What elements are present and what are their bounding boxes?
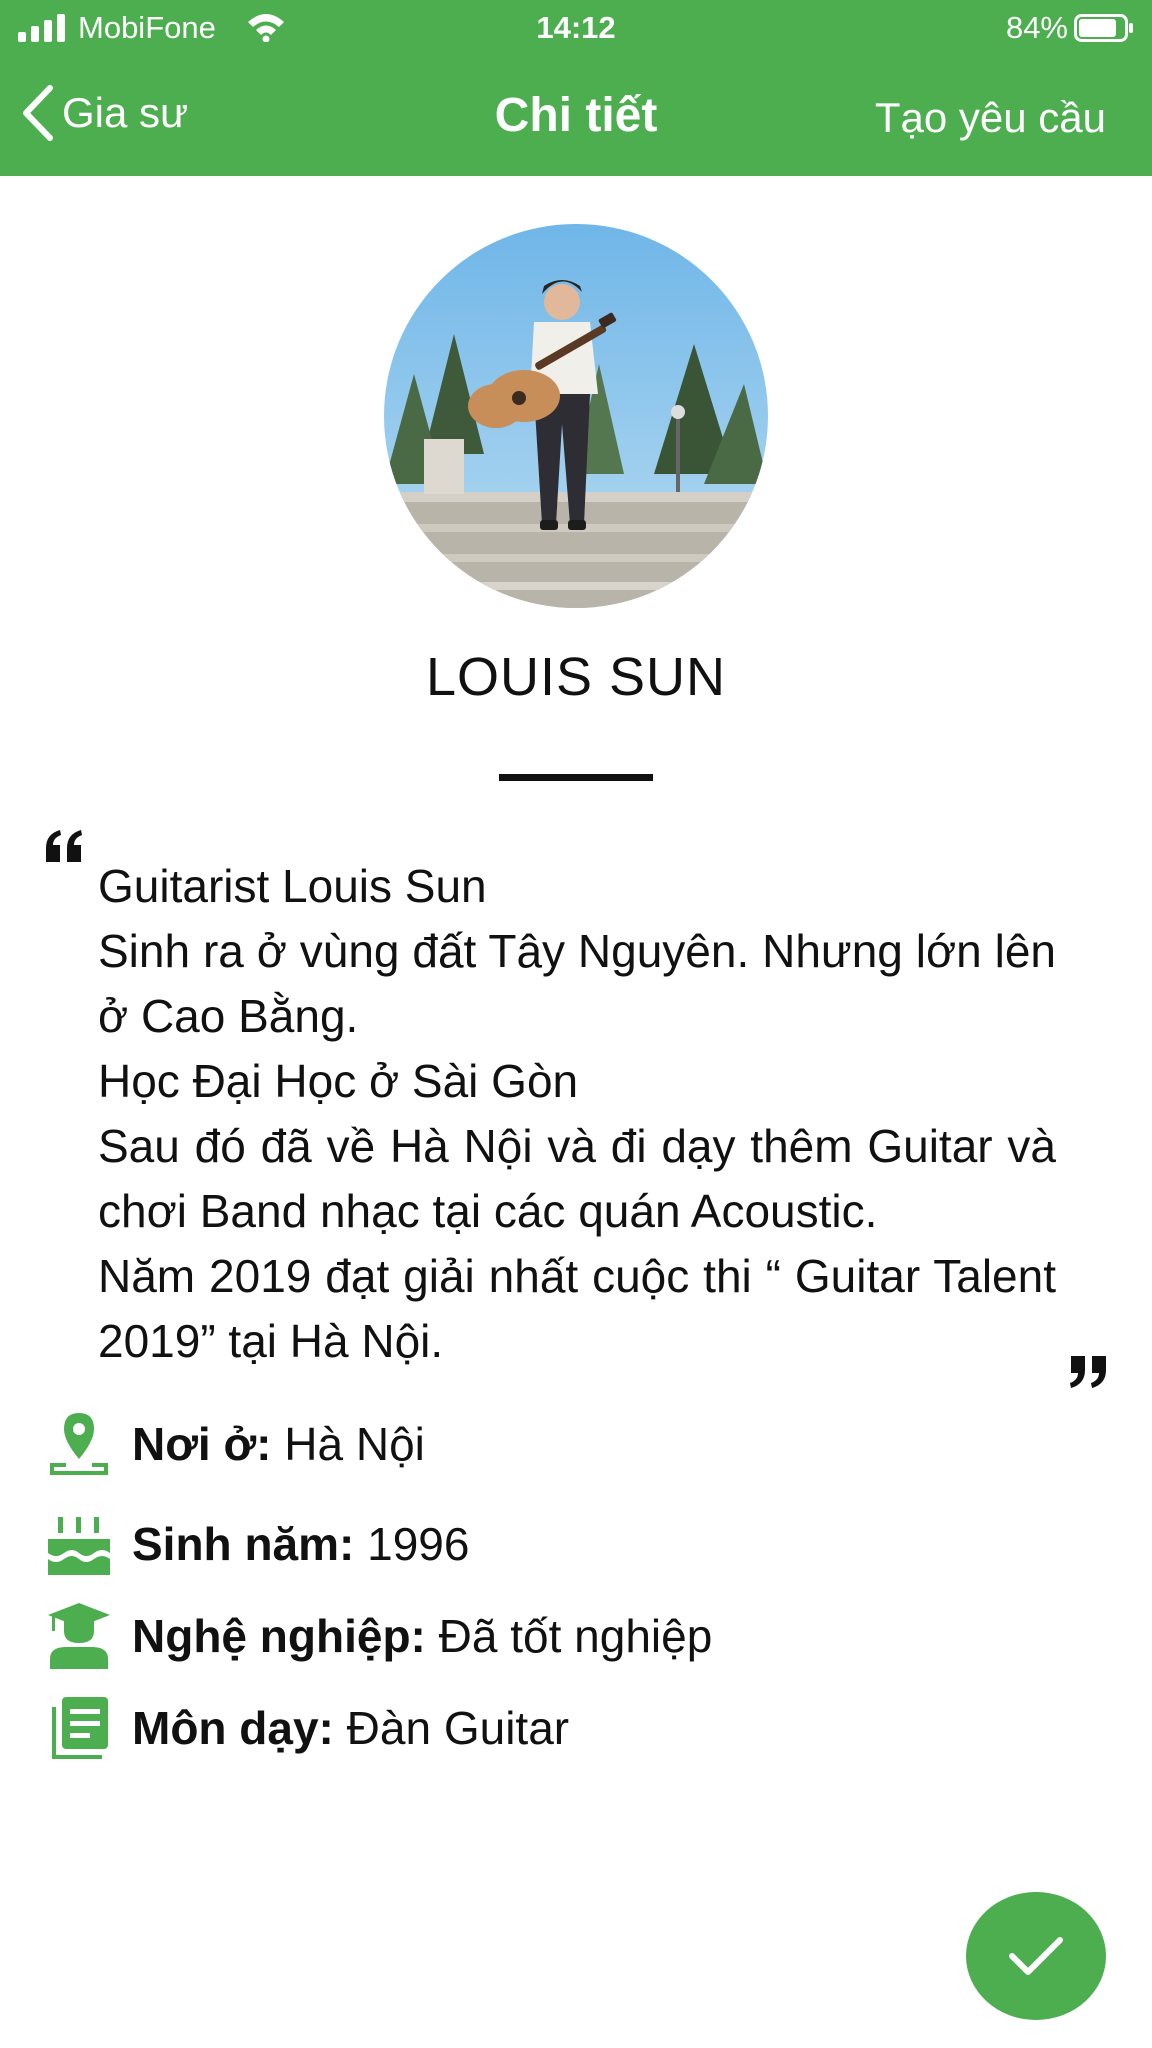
navigation-bar: Gia sư Chi tiết Tạo yêu cầu <box>0 58 1152 176</box>
tutor-name: LOUIS SUN <box>425 647 727 707</box>
occupation-text: Nghệ nghiệp: Đã tốt nghiệp <box>132 1609 712 1663</box>
location-pin-icon <box>44 1406 114 1482</box>
open-quote-icon <box>46 830 82 862</box>
info-row-occupation: Nghệ nghiệp: Đã tốt nghiệp <box>44 1598 712 1674</box>
divider <box>499 774 653 781</box>
confirm-button[interactable] <box>966 1892 1106 2020</box>
location-label: Nơi ở: <box>132 1418 272 1470</box>
birth-year-text: Sinh năm: 1996 <box>132 1517 469 1571</box>
battery-level-fill <box>1079 19 1116 37</box>
create-request-button[interactable]: Tạo yêu cầu <box>875 94 1106 142</box>
top-bar: MobiFone 14:12 84% Gia sư Chi tiết Tạo y… <box>0 0 1152 176</box>
book-icon <box>44 1690 114 1766</box>
checkmark-icon <box>1009 1937 1063 1975</box>
tutor-bio: Guitarist Louis Sun Sinh ra ở vùng đất T… <box>98 854 1056 1374</box>
subject-label: Môn dạy: <box>132 1702 334 1754</box>
clock: 14:12 <box>536 10 616 45</box>
occupation-label: Nghệ nghiệp: <box>132 1610 426 1662</box>
tutor-photo <box>384 224 768 608</box>
subject-text: Môn dạy: Đàn Guitar <box>132 1701 569 1755</box>
birth-year-value: 1996 <box>354 1518 470 1570</box>
info-row-subject: Môn dạy: Đàn Guitar <box>44 1690 569 1766</box>
bio-line: Guitarist Louis Sun <box>98 860 487 912</box>
close-quote-icon <box>1070 1356 1106 1388</box>
avatar <box>384 224 768 608</box>
info-row-birth-year: Sinh năm: 1996 <box>44 1506 469 1582</box>
bio-line: Học Đại Học ở Sài Gòn <box>98 1055 579 1107</box>
bio-line: Năm 2019 đạt giải nhất cuộc thi “ Guitar… <box>98 1250 1056 1367</box>
graduate-icon <box>44 1598 114 1674</box>
battery-icon <box>1074 14 1133 42</box>
location-value: Hà Nội <box>271 1418 425 1470</box>
birthday-cake-icon <box>44 1506 114 1582</box>
info-row-location: Nơi ở: Hà Nội <box>44 1406 425 1482</box>
birth-year-label: Sinh năm: <box>132 1518 355 1570</box>
tutor-detail-screen: MobiFone 14:12 84% Gia sư Chi tiết Tạo y… <box>0 0 1152 2048</box>
battery-percentage: 84% <box>1005 10 1068 45</box>
bio-line: Sau đó đã về Hà Nội và đi dạy thêm Guita… <box>98 1120 1056 1237</box>
subject-value: Đàn Guitar <box>333 1702 570 1754</box>
occupation-value: Đã tốt nghiệp <box>425 1610 713 1662</box>
status-bar: MobiFone 14:12 84% <box>0 0 1152 58</box>
location-text: Nơi ở: Hà Nội <box>132 1417 425 1471</box>
bio-line: Sinh ra ở vùng đất Tây Nguyên. Nhưng lớn… <box>98 925 1056 1042</box>
